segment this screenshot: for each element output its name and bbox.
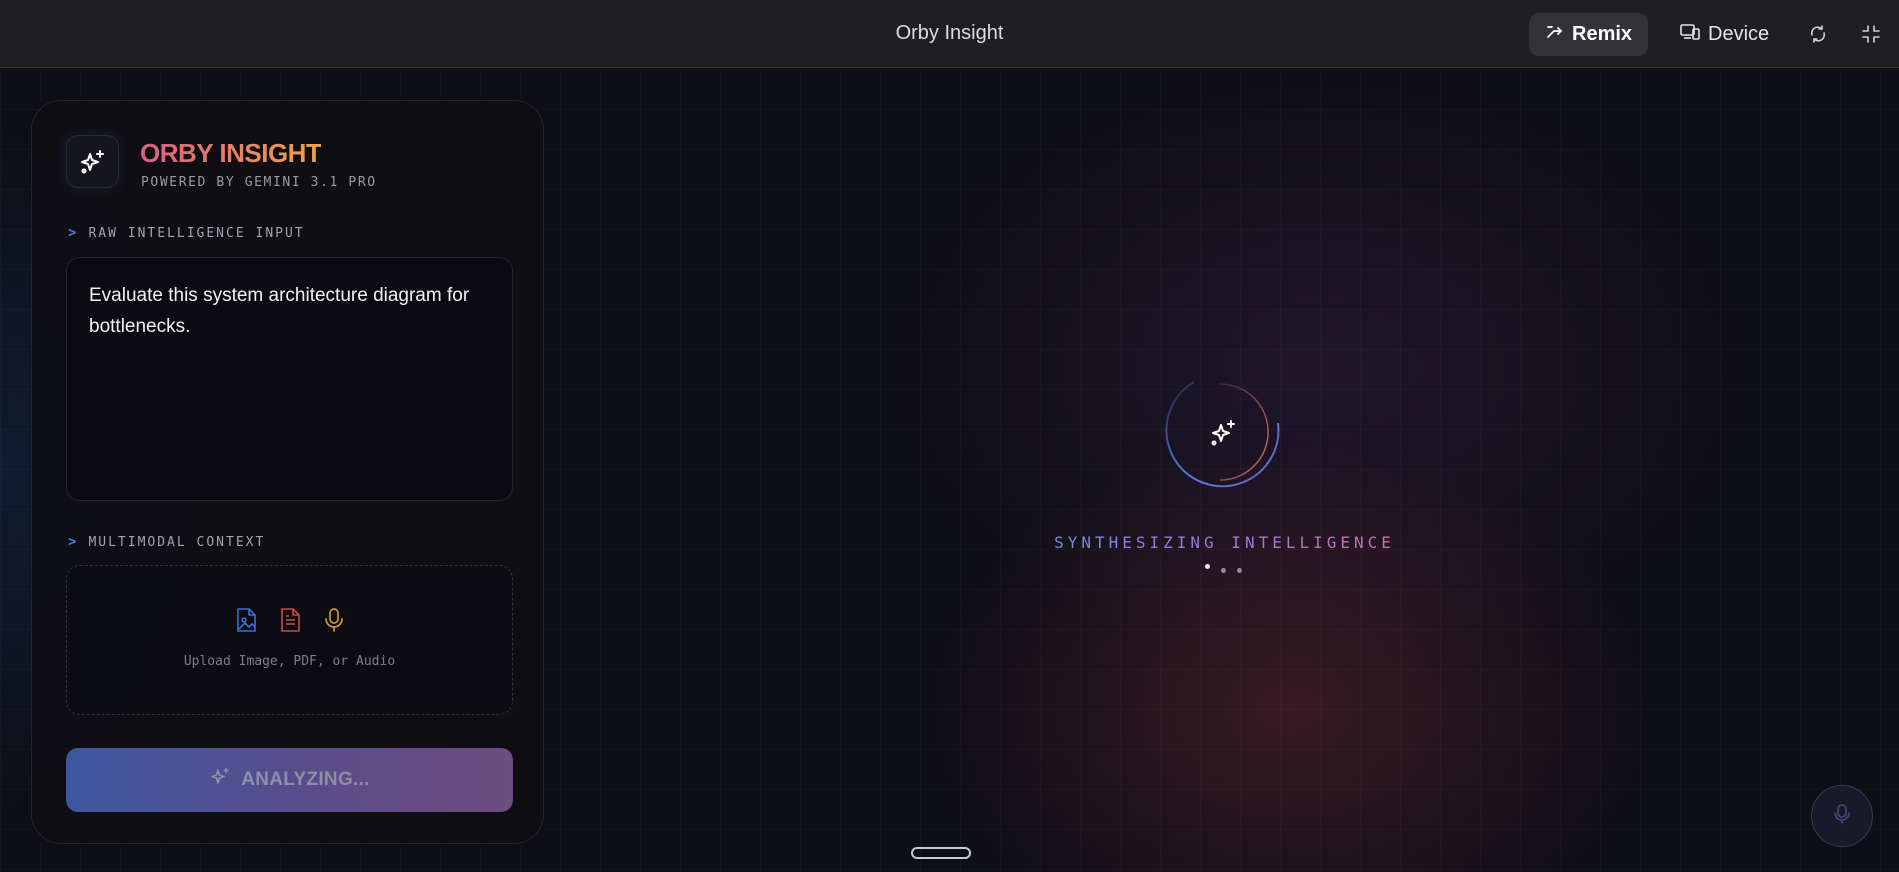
fullscreen-icon[interactable] [1858, 21, 1884, 47]
analyze-button-label: ANALYZING... [241, 769, 370, 790]
device-label: Device [1708, 23, 1770, 45]
brand-subtitle: POWERED BY GEMINI 3.1 PRO [141, 175, 377, 190]
upload-hint: Upload Image, PDF, or Audio [183, 654, 396, 669]
brand-title: ORBY INSIGHT [140, 138, 322, 168]
sparkle-icon [209, 766, 231, 794]
loading-dot [1205, 564, 1210, 569]
voice-button[interactable] [1811, 785, 1873, 847]
upload-icons [67, 606, 512, 634]
upload-dropzone[interactable]: Upload Image, PDF, or Audio [66, 565, 513, 715]
loading-dot [1237, 568, 1242, 573]
sparkle-icon [66, 135, 119, 188]
raw-input-textarea[interactable]: Evaluate this system architecture diagra… [66, 257, 513, 501]
sparkle-icon [1211, 420, 1235, 446]
device-icon [1680, 23, 1700, 47]
remix-label: Remix [1572, 23, 1633, 45]
remix-icon [1546, 23, 1564, 47]
loading-dot [1221, 568, 1226, 573]
app-stage: ORBY INSIGHT POWERED BY GEMINI 3.1 PRO >… [0, 69, 1899, 872]
microphone-icon [321, 606, 347, 634]
multimodal-section-label: > MULTIMODAL CONTEXT [68, 534, 265, 550]
image-file-icon [233, 606, 259, 634]
top-bar: Orby Insight Remix Device [0, 0, 1899, 68]
remix-button[interactable]: Remix [1529, 13, 1648, 56]
loading-dots [1203, 564, 1249, 576]
analyze-button[interactable]: ANALYZING... [66, 748, 513, 812]
microphone-icon [1833, 803, 1851, 830]
home-indicator[interactable] [911, 847, 971, 859]
multimodal-label: MULTIMODAL CONTEXT [88, 534, 266, 550]
document-icon [277, 606, 303, 634]
status-text: SYNTHESIZING INTELLIGENCE [1000, 533, 1449, 552]
refresh-icon[interactable] [1805, 21, 1831, 47]
raw-input-label: RAW INTELLIGENCE INPUT [88, 225, 305, 241]
chevron-right-icon: > [68, 225, 79, 241]
raw-input-section-label: > RAW INTELLIGENCE INPUT [68, 225, 305, 241]
device-button[interactable]: Device [1663, 13, 1783, 56]
control-panel: ORBY INSIGHT POWERED BY GEMINI 3.1 PRO >… [31, 100, 544, 844]
chevron-right-icon: > [68, 534, 79, 550]
